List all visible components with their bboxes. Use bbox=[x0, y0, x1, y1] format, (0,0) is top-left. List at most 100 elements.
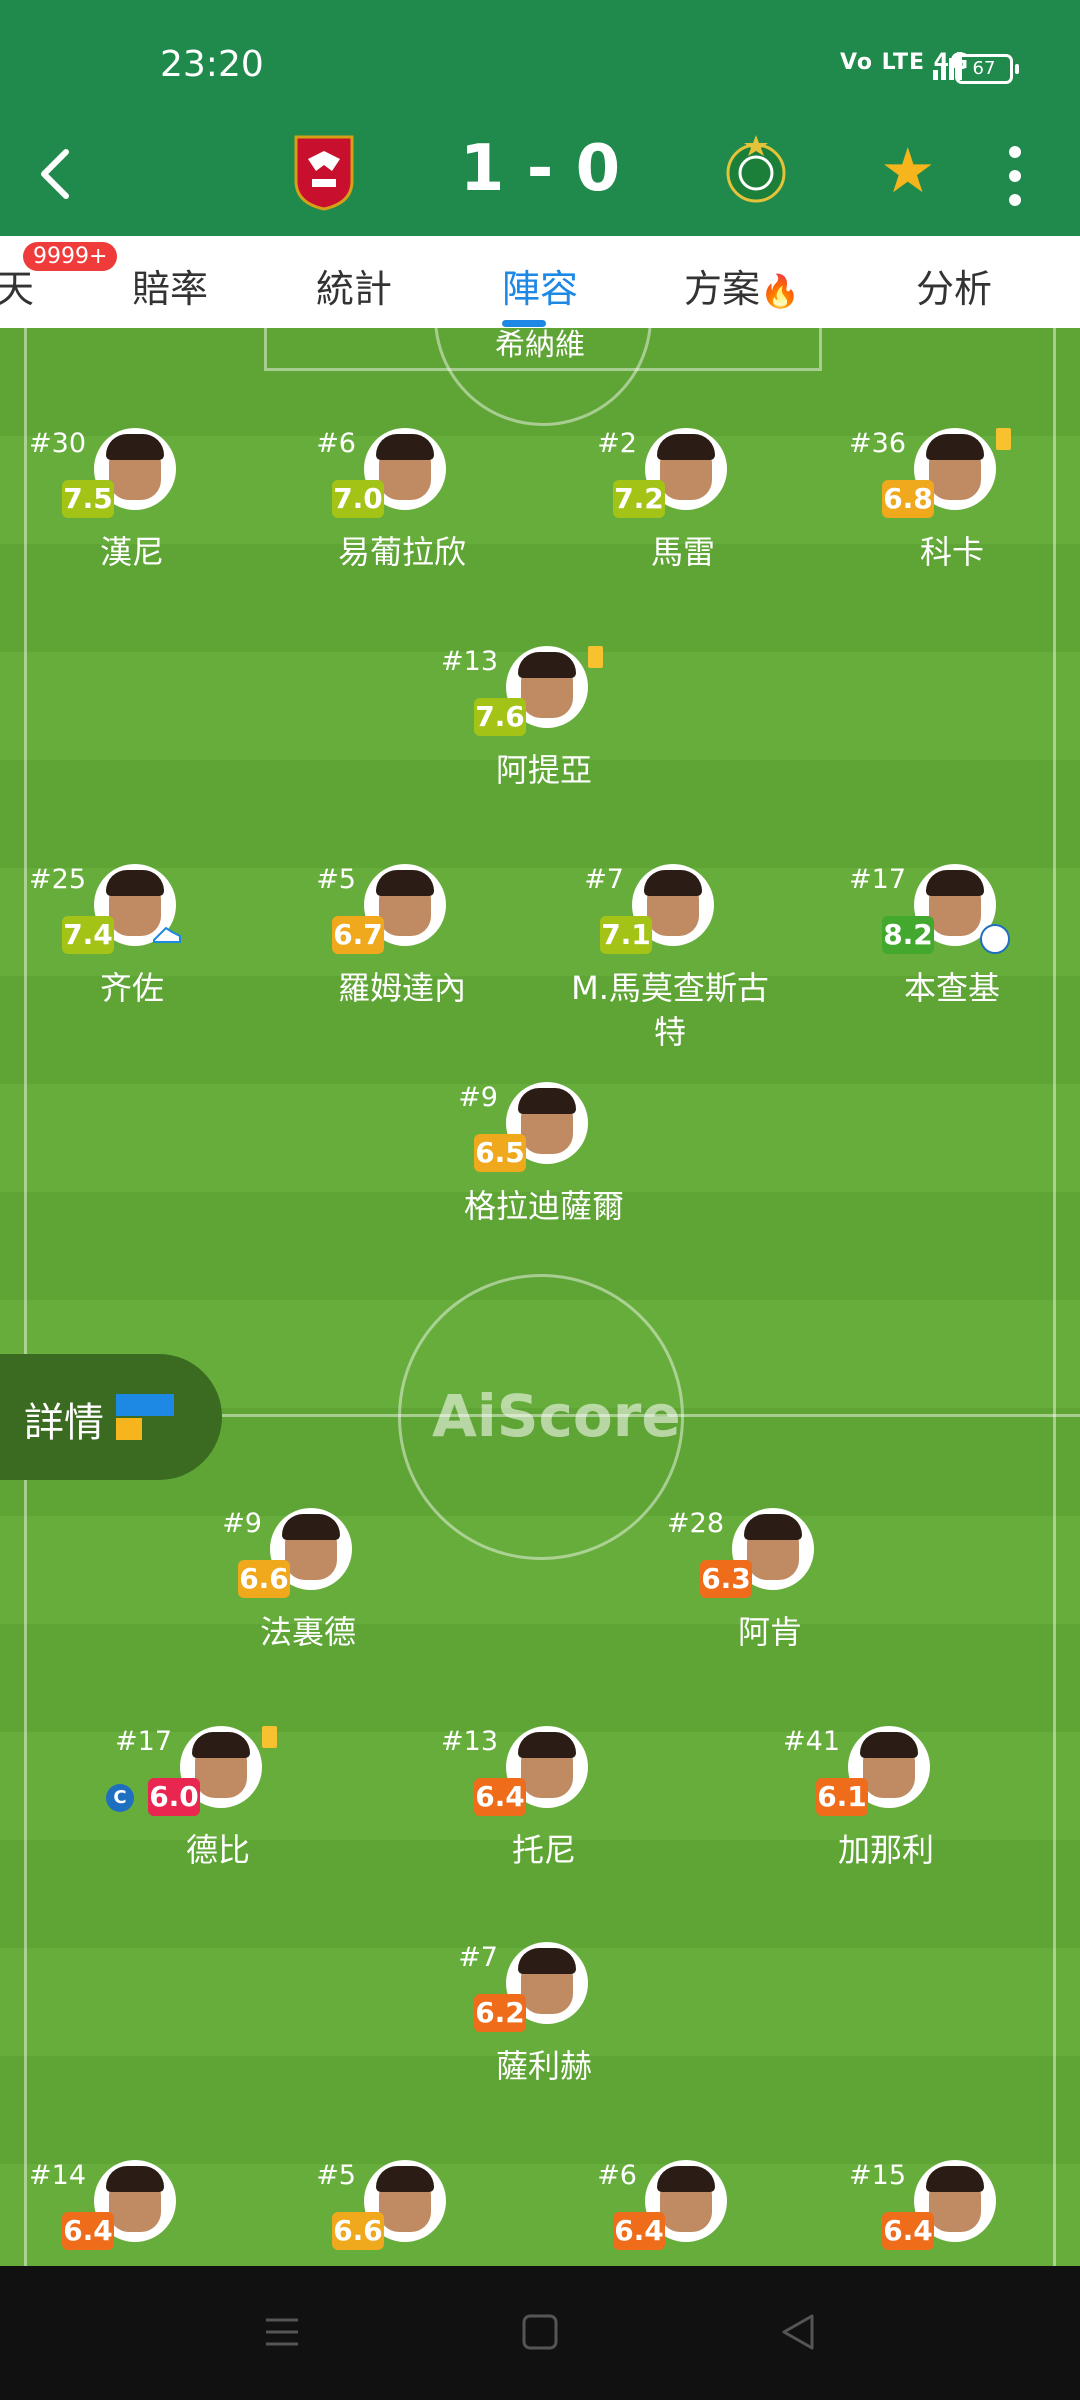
player-card[interactable]: #6 7.0 易葡拉欣 bbox=[272, 428, 532, 608]
player-number: #14 bbox=[29, 2160, 86, 2191]
player-name: 薩利赫 bbox=[495, 2047, 592, 2085]
player-rating: 6.4 bbox=[613, 2212, 665, 2250]
tab-plans-label: 方案 bbox=[684, 267, 761, 311]
player-number: #13 bbox=[441, 1726, 498, 1757]
player-name: 阿肯 bbox=[737, 1613, 802, 1651]
player-number: #7 bbox=[584, 864, 624, 895]
player-rating: 6.6 bbox=[238, 1560, 290, 1598]
yellow-card-icon bbox=[996, 428, 1011, 450]
flag-icon-secondary bbox=[116, 1418, 142, 1440]
player-rating: 7.0 bbox=[332, 480, 384, 518]
player-rating: 6.3 bbox=[700, 1560, 752, 1598]
player-card[interactable]: #15 6.4 bbox=[822, 2160, 1080, 2266]
favorite-star-icon[interactable]: ★ bbox=[880, 140, 936, 202]
player-card[interactable]: #7 6.2 薩利赫 bbox=[414, 1942, 674, 2122]
yellow-card-icon bbox=[262, 1726, 277, 1748]
player-rating: 7.2 bbox=[613, 480, 665, 518]
player-number: #2 bbox=[597, 428, 637, 459]
player-card[interactable]: #36 6.8 科卡 bbox=[822, 428, 1080, 608]
goalkeeper-name: 希納維 bbox=[495, 328, 585, 363]
tab-analysis[interactable]: 分析 bbox=[916, 258, 992, 313]
player-number: #13 bbox=[441, 646, 498, 677]
player-name: 加那利 bbox=[837, 1831, 934, 1869]
status-time: 23:20 bbox=[160, 44, 264, 85]
away-team-crest-icon[interactable] bbox=[724, 133, 788, 209]
player-rating: 6.4 bbox=[62, 2212, 114, 2250]
player-rating: 6.4 bbox=[474, 1778, 526, 1816]
flag-icon bbox=[116, 1394, 174, 1416]
player-name: 德比 bbox=[185, 1831, 250, 1869]
player-rating: 6.0 bbox=[148, 1778, 200, 1816]
match-header: 1 - 0 ★ bbox=[0, 128, 1080, 236]
player-rating: 6.5 bbox=[474, 1134, 526, 1172]
player-number: #9 bbox=[458, 1082, 498, 1113]
status-bar: 23:20 Vo LTE 4G 67 bbox=[0, 0, 1080, 128]
tab-odds[interactable]: 賠率 bbox=[132, 258, 208, 313]
yellow-card-icon bbox=[588, 646, 603, 668]
player-number: #28 bbox=[667, 1508, 724, 1539]
player-rating: 7.5 bbox=[62, 480, 114, 518]
lineup-pitch: AiScore 希納維 #30 7.5 漢尼 #6 7.0 易葡拉欣 #2 7.… bbox=[0, 328, 1080, 2266]
player-name: 齐佐 bbox=[99, 969, 164, 1007]
home-team-crest-icon[interactable] bbox=[292, 133, 356, 211]
player-name: 科卡 bbox=[919, 533, 984, 571]
back-arrow-icon[interactable] bbox=[30, 144, 90, 204]
player-name: 漢尼 bbox=[99, 533, 164, 571]
tab-lineup[interactable]: 陣容 bbox=[502, 258, 578, 313]
home-icon[interactable] bbox=[520, 2312, 560, 2352]
player-number: #15 bbox=[849, 2160, 906, 2191]
watermark: AiScore bbox=[432, 1382, 681, 1450]
active-tab-indicator bbox=[502, 320, 546, 327]
player-card[interactable]: #13 6.4 托尼 bbox=[414, 1726, 674, 1906]
battery-icon: 67 bbox=[955, 54, 1019, 84]
tab-bar: 天 賠率 統計 陣容 方案🔥 分析 bbox=[0, 236, 1080, 328]
player-name: M.馬莫查斯古 特 bbox=[571, 969, 769, 1051]
player-name: 法裏德 bbox=[259, 1613, 356, 1651]
player-card[interactable]: #9 6.5 格拉迪薩爾 bbox=[414, 1082, 674, 1262]
player-number: #17 bbox=[115, 1726, 172, 1757]
player-name: 托尼 bbox=[511, 1831, 576, 1869]
player-rating: 7.1 bbox=[600, 916, 652, 954]
more-options-icon[interactable] bbox=[1000, 146, 1030, 206]
player-card[interactable]: #7 7.1 M.馬莫查斯古 特 bbox=[540, 864, 800, 1051]
details-button[interactable]: 詳情 bbox=[0, 1354, 222, 1480]
player-card[interactable]: #30 7.5 漢尼 bbox=[2, 428, 262, 608]
right-touchline bbox=[1053, 328, 1056, 2266]
player-number: #7 bbox=[458, 1942, 498, 1973]
player-card[interactable]: #14 6.4 bbox=[2, 2160, 262, 2266]
player-card[interactable]: #28 6.3 阿肯 bbox=[640, 1508, 900, 1688]
player-number: #17 bbox=[849, 864, 906, 895]
back-icon[interactable] bbox=[778, 2312, 818, 2352]
player-card[interactable]: #41 6.1 加那利 bbox=[756, 1726, 1016, 1906]
player-card[interactable]: #2 7.2 馬雷 bbox=[553, 428, 813, 608]
menu-icon[interactable] bbox=[262, 2312, 302, 2352]
tab-stats[interactable]: 統計 bbox=[316, 258, 392, 313]
player-rating: 6.4 bbox=[882, 2212, 934, 2250]
left-touchline bbox=[24, 328, 27, 2266]
system-nav-bar bbox=[0, 2266, 1080, 2400]
player-name: 馬雷 bbox=[650, 533, 715, 571]
player-number: #41 bbox=[783, 1726, 840, 1757]
player-number: #5 bbox=[316, 864, 356, 895]
player-card[interactable]: #6 6.4 bbox=[553, 2160, 813, 2266]
player-card[interactable]: C #17 6.0 德比 bbox=[88, 1726, 348, 1906]
player-card[interactable]: #9 6.6 法裏德 bbox=[178, 1508, 438, 1688]
notification-badge: 9999+ bbox=[23, 242, 118, 271]
fire-icon: 🔥 bbox=[760, 272, 800, 310]
player-rating: 6.7 bbox=[332, 916, 384, 954]
captain-badge: C bbox=[106, 1784, 134, 1812]
match-score: 1 - 0 bbox=[459, 132, 621, 206]
player-number: #25 bbox=[29, 864, 86, 895]
details-label: 詳情 bbox=[24, 1400, 104, 1446]
player-rating: 6.2 bbox=[474, 1994, 526, 2032]
player-card[interactable]: #17 8.2 本查基 bbox=[822, 864, 1080, 1044]
player-card[interactable]: #5 6.7 羅姆達內 bbox=[272, 864, 532, 1044]
tab-plans[interactable]: 方案🔥 bbox=[684, 258, 800, 313]
player-card[interactable]: #25 7.4 齐佐 bbox=[2, 864, 262, 1044]
player-name: 本查基 bbox=[903, 969, 1000, 1007]
player-card[interactable]: #13 7.6 阿提亞 bbox=[414, 646, 674, 826]
player-rating: 7.6 bbox=[474, 698, 526, 736]
player-rating: 8.2 bbox=[882, 916, 934, 954]
player-rating: 6.1 bbox=[816, 1778, 868, 1816]
player-card[interactable]: #5 6.6 bbox=[272, 2160, 532, 2266]
